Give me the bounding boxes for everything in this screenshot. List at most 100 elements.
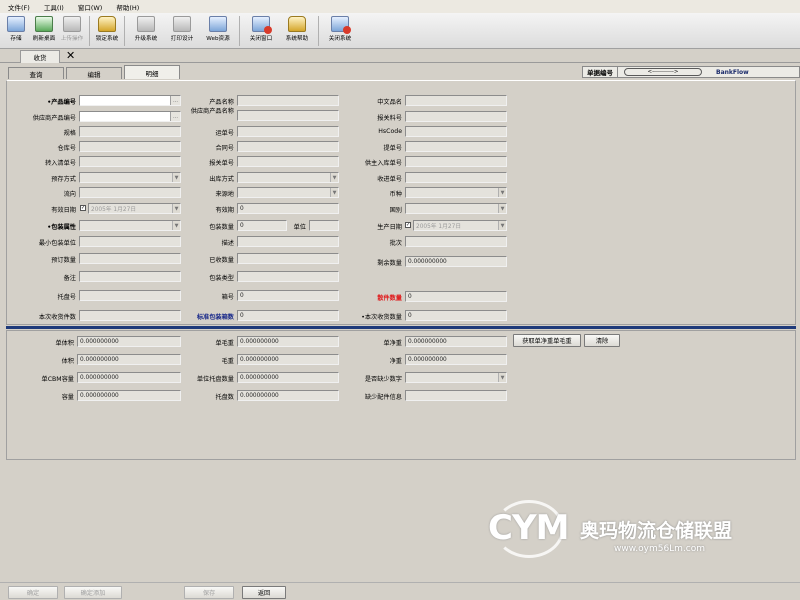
upload-button[interactable]: 上传操作 xyxy=(58,13,86,47)
order-qty-field[interactable] xyxy=(79,253,181,264)
bl-no-field[interactable] xyxy=(405,141,507,152)
expiry-date-picker[interactable]: 2005年 1月27日 ▼ xyxy=(88,203,181,214)
model-field[interactable] xyxy=(79,126,181,137)
missing-info-field[interactable] xyxy=(405,390,507,401)
warehouse-no-field[interactable] xyxy=(79,141,181,152)
this-receive-count-field[interactable] xyxy=(79,310,181,321)
unit-label: 单位 xyxy=(293,224,306,231)
chevron-down-icon[interactable]: ▼ xyxy=(172,173,180,182)
tab-query[interactable]: 查询 xyxy=(8,67,64,79)
production-date-checkbox[interactable]: ✓ xyxy=(405,222,411,228)
pallet-no-field[interactable] xyxy=(79,290,181,301)
pallet-qty-field[interactable]: 0.000000000 xyxy=(237,390,339,401)
country-select[interactable]: ▼ xyxy=(405,203,507,214)
lookup-icon[interactable]: … xyxy=(170,112,180,121)
receipt-no-label: 收进单号 xyxy=(377,176,402,183)
get-weight-button[interactable]: 获取单净重单毛重 xyxy=(513,334,581,347)
back-button[interactable]: 返回 xyxy=(242,586,286,599)
unit-net-weight-field[interactable]: 0.000000000 xyxy=(405,336,507,347)
customs-no-field[interactable] xyxy=(237,156,339,167)
menu-window[interactable]: 窗口(W) xyxy=(78,2,103,12)
print-design-button[interactable]: 打印设计 xyxy=(164,13,200,47)
chevron-down-icon[interactable]: ▼ xyxy=(498,204,506,213)
save-form-button[interactable]: 保存 xyxy=(184,586,234,599)
production-date-picker[interactable]: 2005年 1月27日 ▼ xyxy=(413,220,507,231)
unit-volume-label: 单体积 xyxy=(55,340,74,347)
toolbar-separator xyxy=(318,16,319,46)
unit-volume-field[interactable]: 0.000000000 xyxy=(77,336,181,347)
upgrade-system-button[interactable]: 升级系统 xyxy=(128,13,164,47)
outbound-method-select[interactable]: ▼ xyxy=(237,172,339,183)
volume-field[interactable]: 0.000000000 xyxy=(77,354,181,365)
transfer-in-no-field[interactable] xyxy=(79,156,181,167)
web-resources-button[interactable]: Web资源 xyxy=(200,13,236,47)
shipment-no-field[interactable] xyxy=(237,126,339,137)
lot-field[interactable] xyxy=(405,236,507,247)
min-pack-unit-field[interactable] xyxy=(79,236,181,247)
exit-system-button[interactable]: 关闭系统 xyxy=(322,13,358,47)
confirm-button[interactable]: 确定 xyxy=(8,586,58,599)
hs-field[interactable] xyxy=(405,126,507,137)
tab-detail[interactable]: 明细 xyxy=(124,65,180,79)
receipt-no-field[interactable] xyxy=(405,172,507,183)
cbm-field[interactable]: 0.000000000 xyxy=(77,390,181,401)
chevron-down-icon[interactable]: ▼ xyxy=(330,173,338,182)
tab-receiving[interactable]: 收货 xyxy=(20,50,60,63)
chevron-down-icon[interactable]: ▼ xyxy=(498,221,506,230)
received-qty-field[interactable] xyxy=(237,253,339,264)
cn-name-field[interactable] xyxy=(405,95,507,106)
close-window-button[interactable]: 关闭窗口 xyxy=(243,13,279,47)
validity-field[interactable]: 0 xyxy=(237,203,339,214)
remaining-qty-field[interactable]: 0.000000000 xyxy=(405,256,507,267)
unit-field[interactable] xyxy=(309,220,339,231)
refresh-desktop-button[interactable]: 刷新桌面 xyxy=(30,13,58,47)
currency-select[interactable]: ▼ xyxy=(405,187,507,198)
gross-weight-field[interactable]: 0.000000000 xyxy=(237,354,339,365)
confirm-add-button[interactable]: 确定添加 xyxy=(64,586,122,599)
origin-select[interactable]: ▼ xyxy=(237,187,339,198)
chevron-down-icon[interactable]: ▼ xyxy=(172,221,180,230)
product-name-field[interactable] xyxy=(237,95,339,106)
missing-check-select[interactable]: ▼ xyxy=(405,372,507,383)
supplier-product-name-field[interactable] xyxy=(237,110,339,121)
menu-help[interactable]: 帮助(H) xyxy=(116,2,139,12)
cbm-label: 容量 xyxy=(61,394,74,401)
close-icon[interactable]: ✕ xyxy=(66,50,75,62)
system-help-button[interactable]: 系统帮助 xyxy=(279,13,315,47)
storage-method-select[interactable]: ▼ xyxy=(79,172,181,183)
contract-no-field[interactable] xyxy=(237,141,339,152)
chevron-down-icon[interactable]: ▼ xyxy=(330,188,338,197)
batch-flow-field[interactable] xyxy=(79,187,181,198)
supplier-product-code-field[interactable]: … xyxy=(79,111,181,122)
tab-edit[interactable]: 编辑 xyxy=(66,67,122,79)
this-receive-qty-field[interactable]: 0 xyxy=(405,310,507,321)
remark-field[interactable] xyxy=(79,271,181,282)
pack-type-field[interactable] xyxy=(237,271,339,282)
unit-cbm-field[interactable]: 0.000000000 xyxy=(77,372,181,383)
piece-qty-field[interactable]: 0 xyxy=(405,291,507,302)
chevron-down-icon[interactable]: ▼ xyxy=(498,188,506,197)
package-attr-select[interactable]: ▼ xyxy=(79,220,181,231)
pallet-code-field[interactable]: 0 xyxy=(237,290,339,301)
chevron-down-icon[interactable]: ▼ xyxy=(498,373,506,382)
unit-pallet-qty-field[interactable]: 0.000000000 xyxy=(237,372,339,383)
clear-button[interactable]: 清除 xyxy=(584,334,620,347)
net-weight-field[interactable]: 0.000000000 xyxy=(405,354,507,365)
lock-system-button[interactable]: 锁定系统 xyxy=(93,13,121,47)
pack-qty-field[interactable]: 0 xyxy=(237,220,287,231)
menu-file[interactable]: 文件(F) xyxy=(8,2,30,12)
chevron-down-icon[interactable]: ▼ xyxy=(172,204,180,213)
save-button[interactable]: 存储 xyxy=(2,13,30,47)
product-code-field[interactable]: … xyxy=(79,95,181,106)
expiry-date-checkbox[interactable]: ✓ xyxy=(80,205,86,211)
supplier-in-no-field[interactable] xyxy=(405,156,507,167)
document-number-value: <-----------> xyxy=(624,68,702,76)
std-pack-qty-field[interactable]: 0 xyxy=(237,310,339,321)
missing-check-label: 是否缺少数字 xyxy=(364,376,402,383)
hs-code-field[interactable] xyxy=(405,111,507,122)
unit-weight-field[interactable]: 0.000000000 xyxy=(237,336,339,347)
customs-no-label: 报关单号 xyxy=(209,160,234,167)
description-field[interactable] xyxy=(237,236,339,247)
lookup-icon[interactable]: … xyxy=(170,96,180,105)
menu-tools[interactable]: 工具(I) xyxy=(44,2,64,12)
